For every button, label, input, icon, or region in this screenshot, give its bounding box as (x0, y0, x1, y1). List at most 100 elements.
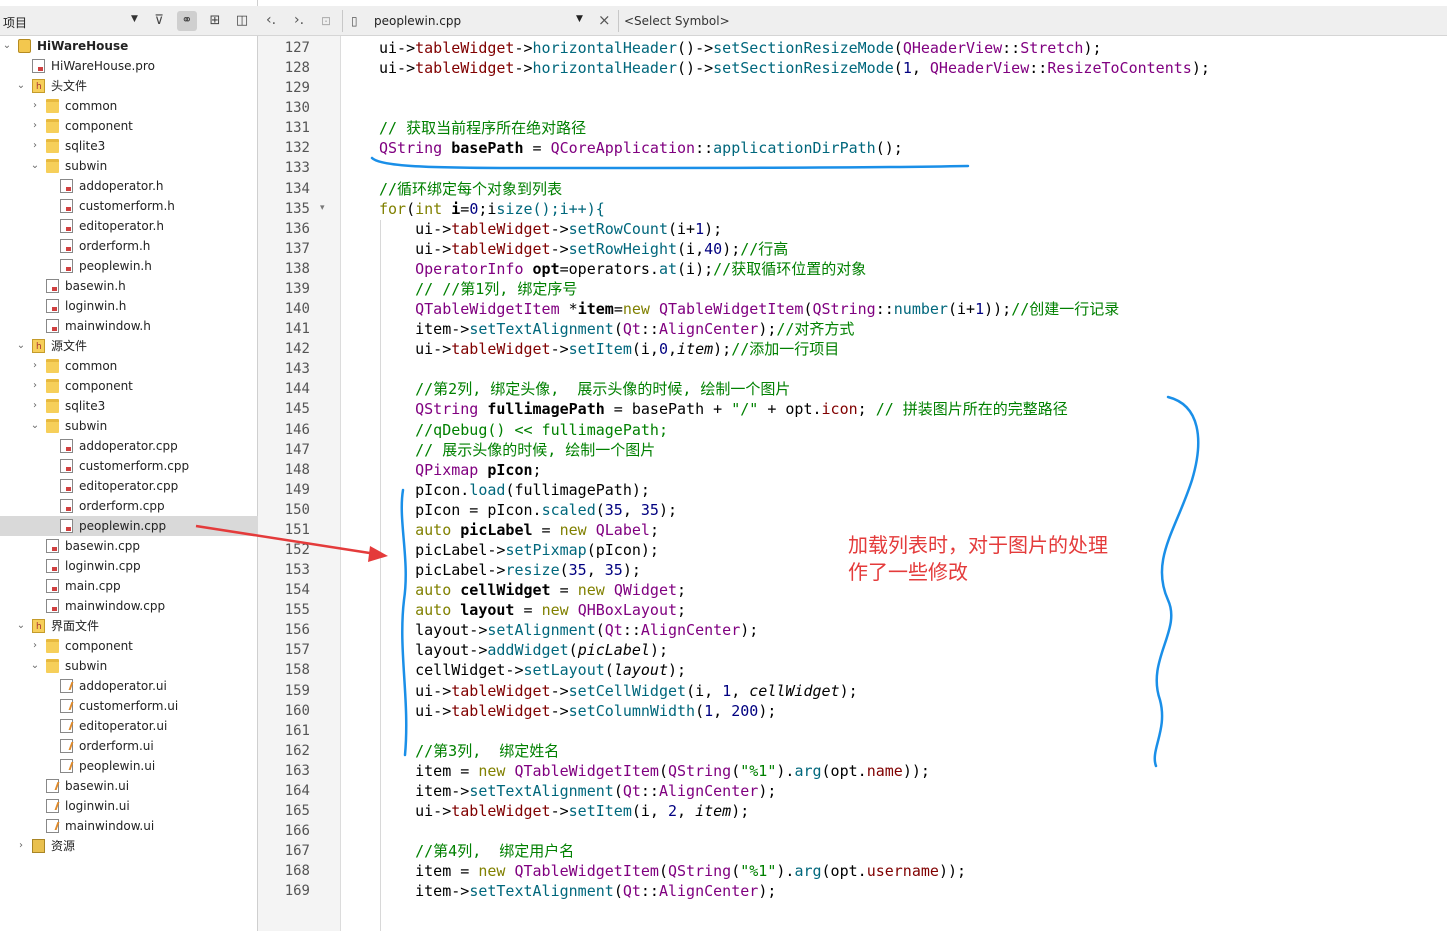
collapse-arrow-icon[interactable]: › (29, 396, 41, 416)
expand-arrow-icon[interactable]: ⌄ (29, 656, 41, 676)
code-line[interactable]: ui->tableWidget->horizontalHeader()->set… (379, 38, 1102, 58)
close-file-icon[interactable]: × (598, 11, 611, 29)
code-line[interactable]: //第2列, 绑定头像, 展示头像的时候, 绘制一个图片 (379, 379, 790, 399)
tree-item[interactable]: ⌄ subwin (0, 416, 258, 436)
expand-arrow-icon[interactable]: ⌄ (15, 76, 27, 96)
collapse-arrow-icon[interactable]: › (15, 836, 27, 856)
tree-item[interactable]: HiWareHouse.pro (0, 56, 258, 76)
code-line[interactable]: //qDebug() << fullimagePath; (379, 420, 668, 440)
code-line[interactable]: QString fullimagePath = basePath + "/" +… (379, 399, 1068, 419)
close-pane-icon[interactable]: ◫ (232, 11, 252, 31)
tree-item[interactable]: › component (0, 116, 258, 136)
collapse-arrow-icon[interactable]: › (29, 136, 41, 156)
code-line[interactable]: QPixmap pIcon; (379, 460, 541, 480)
code-line[interactable]: QTableWidgetItem *item=new QTableWidgetI… (379, 299, 1119, 319)
code-line[interactable]: item->setTextAlignment(Qt::AlignCenter); (379, 881, 776, 901)
tree-item[interactable]: › common (0, 96, 258, 116)
code-line[interactable]: //循环绑定每个对象到列表 (379, 179, 562, 199)
code-line[interactable]: QString basePath = QCoreApplication::app… (379, 138, 903, 158)
tree-item[interactable]: peoplewin.h (0, 256, 258, 276)
tree-item[interactable]: › component (0, 636, 258, 656)
code-line[interactable]: // 获取当前程序所在绝对路径 (379, 118, 586, 138)
tree-item[interactable]: basewin.h (0, 276, 258, 296)
code-editor[interactable]: ui->tableWidget->horizontalHeader()->set… (341, 36, 1447, 931)
tree-item[interactable]: › sqlite3 (0, 136, 258, 156)
collapse-arrow-icon[interactable]: › (29, 96, 41, 116)
tree-item[interactable]: mainwindow.cpp (0, 596, 258, 616)
code-line[interactable]: auto layout = new QHBoxLayout; (379, 600, 686, 620)
tree-item[interactable]: peoplewin.ui (0, 756, 258, 776)
code-line[interactable]: item = new QTableWidgetItem(QString("%1"… (379, 861, 966, 881)
code-line[interactable]: picLabel->setPixmap(pIcon); (379, 540, 659, 560)
code-line[interactable]: item->setTextAlignment(Qt::AlignCenter);… (379, 319, 854, 339)
tree-item[interactable]: main.cpp (0, 576, 258, 596)
tree-item[interactable]: orderform.cpp (0, 496, 258, 516)
collapse-arrow-icon[interactable]: › (29, 116, 41, 136)
code-line[interactable]: auto picLabel = new QLabel; (379, 520, 659, 540)
code-line[interactable]: item->setTextAlignment(Qt::AlignCenter); (379, 781, 776, 801)
tree-item[interactable]: basewin.cpp (0, 536, 258, 556)
code-line[interactable]: pIcon = pIcon.scaled(35, 35); (379, 500, 677, 520)
code-line[interactable]: picLabel->resize(35, 35); (379, 560, 641, 580)
code-line[interactable]: ui->tableWidget->setItem(i,0,item);//添加一… (379, 339, 839, 359)
tree-item[interactable]: loginwin.cpp (0, 556, 258, 576)
tree-item[interactable]: editoperator.ui (0, 716, 258, 736)
tree-item[interactable]: loginwin.h (0, 296, 258, 316)
collapse-arrow-icon[interactable]: › (29, 356, 41, 376)
tree-item[interactable]: orderform.h (0, 236, 258, 256)
code-line[interactable]: // 展示头像的时候, 绘制一个图片 (379, 440, 655, 460)
tree-item[interactable]: addoperator.cpp (0, 436, 258, 456)
tree-item[interactable]: customerform.h (0, 196, 258, 216)
expand-arrow-icon[interactable]: ⌄ (15, 616, 27, 636)
symbol-selector[interactable]: <Select Symbol> (624, 14, 730, 28)
tree-item[interactable]: customerform.cpp (0, 456, 258, 476)
tree-item[interactable]: editoperator.h (0, 216, 258, 236)
code-line[interactable]: //第4列, 绑定用户名 (379, 841, 574, 861)
filter-icon[interactable]: ⊽ (149, 11, 169, 31)
tree-item[interactable]: ⌄ subwin (0, 156, 258, 176)
tree-item[interactable]: orderform.ui (0, 736, 258, 756)
tree-item[interactable]: › common (0, 356, 258, 376)
code-line[interactable]: ui->tableWidget->setColumnWidth(1, 200); (379, 701, 776, 721)
code-line[interactable]: // //第1列, 绑定序号 (379, 279, 577, 299)
tree-item[interactable]: ⌄ subwin (0, 656, 258, 676)
open-file-combo[interactable]: peoplewin.cpp (374, 14, 461, 28)
code-line[interactable]: ui->tableWidget->setRowCount(i+1); (379, 219, 722, 239)
collapse-arrow-icon[interactable]: › (29, 376, 41, 396)
code-line[interactable]: auto cellWidget = new QWidget; (379, 580, 686, 600)
tree-item[interactable]: › sqlite3 (0, 396, 258, 416)
code-line[interactable]: item = new QTableWidgetItem(QString("%1"… (379, 761, 930, 781)
code-line[interactable]: pIcon.load(fullimagePath); (379, 480, 650, 500)
tree-item[interactable]: ⌄ 源文件 (0, 336, 258, 357)
back-icon[interactable]: ‹. (266, 12, 276, 28)
tree-item[interactable]: addoperator.ui (0, 676, 258, 696)
expand-arrow-icon[interactable]: ⌄ (1, 36, 13, 56)
code-line[interactable]: layout->setAlignment(Qt::AlignCenter); (379, 620, 758, 640)
chevron-down-icon[interactable]: ▼ (131, 14, 138, 24)
fold-marker-icon[interactable]: ▾ (320, 203, 325, 213)
tree-item[interactable]: editoperator.cpp (0, 476, 258, 496)
tree-item[interactable]: ⌄ 头文件 (0, 76, 258, 97)
tree-item[interactable]: customerform.ui (0, 696, 258, 716)
tree-item[interactable]: › 资源 (0, 836, 258, 856)
project-view-combo[interactable]: 项目 (3, 14, 27, 31)
expand-arrow-icon[interactable]: ⌄ (29, 416, 41, 436)
code-line[interactable]: cellWidget->setLayout(layout); (379, 660, 686, 680)
tree-item[interactable]: › component (0, 376, 258, 396)
tree-item[interactable]: addoperator.h (0, 176, 258, 196)
expand-arrow-icon[interactable]: ⌄ (29, 156, 41, 176)
code-line[interactable]: ui->tableWidget->setCellWidget(i, 1, cel… (379, 681, 858, 701)
tree-item[interactable]: ⌄ HiWareHouse (0, 36, 258, 56)
code-line[interactable]: ui->tableWidget->setItem(i, 2, item); (379, 801, 749, 821)
tree-item[interactable]: peoplewin.cpp (0, 516, 258, 536)
split-icon[interactable]: ⊞ (205, 11, 225, 31)
tree-item[interactable]: mainwindow.h (0, 316, 258, 336)
tree-item[interactable]: basewin.ui (0, 776, 258, 796)
code-line[interactable]: ui->tableWidget->setRowHeight(i,40);//行高 (379, 239, 788, 259)
code-line[interactable]: ui->tableWidget->horizontalHeader()->set… (379, 58, 1210, 78)
code-line[interactable]: OperatorInfo opt=operators.at(i);//获取循环位… (379, 259, 866, 279)
forward-icon[interactable]: ›. (294, 12, 304, 28)
code-line[interactable]: for(int i=0;isize();i++){ (379, 199, 605, 219)
tree-item[interactable]: ⌄ 界面文件 (0, 616, 258, 637)
tree-item[interactable]: mainwindow.ui (0, 816, 258, 836)
